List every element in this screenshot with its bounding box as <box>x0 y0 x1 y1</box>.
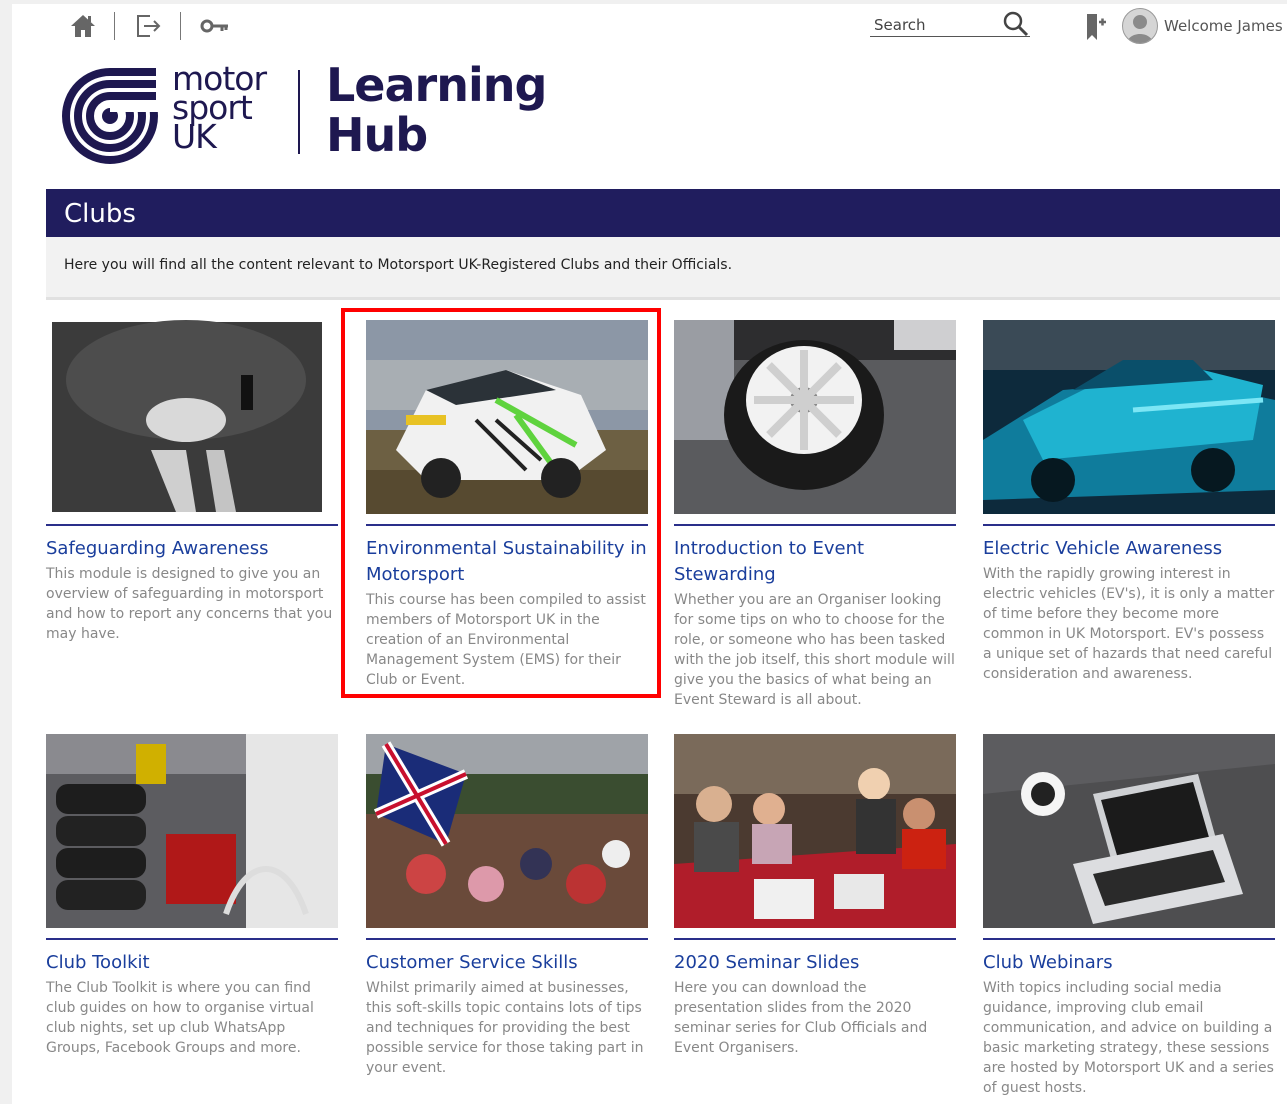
course-title[interactable]: Electric Vehicle Awareness <box>983 536 1275 562</box>
bookmark-add-icon[interactable] <box>1084 12 1108 42</box>
toolbar-divider <box>114 12 115 40</box>
course-description: With the rapidly growing interest in ele… <box>983 566 1275 682</box>
course-image <box>983 320 1275 514</box>
course-image <box>366 734 648 928</box>
card-divider <box>366 938 648 940</box>
course-card-club-webinars[interactable]: Club Webinars With topics including soci… <box>983 734 1275 1098</box>
course-title[interactable]: Club Toolkit <box>46 950 338 976</box>
course-image <box>366 320 648 514</box>
course-image <box>674 320 956 514</box>
logo-brand: motor sport UK <box>172 62 267 153</box>
section-description-box: Here you will find all the content relev… <box>46 237 1280 300</box>
course-card-customer-service[interactable]: Customer Service Skills Whilst primarily… <box>366 734 648 1078</box>
section-description: Here you will find all the content relev… <box>64 257 733 273</box>
course-title[interactable]: Introduction to Event Stewarding <box>674 536 956 588</box>
course-title[interactable]: Customer Service Skills <box>366 950 648 976</box>
avatar <box>1122 8 1158 44</box>
logout-icon[interactable] <box>134 12 164 40</box>
card-divider <box>674 938 956 940</box>
course-description: This module is designed to give you an o… <box>46 566 333 642</box>
section-header: Clubs <box>46 189 1280 237</box>
course-image <box>674 734 956 928</box>
top-toolbar: Search Welcome James <box>12 4 1287 48</box>
course-description: This course has been compiled to assist … <box>366 592 646 688</box>
welcome-text: Welcome James <box>1164 17 1283 35</box>
search-icon[interactable] <box>1002 10 1030 38</box>
course-title[interactable]: 2020 Seminar Slides <box>674 950 956 976</box>
card-divider <box>983 524 1275 526</box>
logo-product: Learning Hub <box>326 58 547 162</box>
page: Search Welcome James motor sport UK Lear… <box>12 4 1287 1104</box>
course-description: With topics including social media guida… <box>983 980 1274 1096</box>
home-icon[interactable] <box>68 12 98 40</box>
search-input[interactable]: Search <box>870 10 1030 37</box>
course-title[interactable]: Environmental Sustainability in Motorspo… <box>366 536 648 588</box>
course-card-club-toolkit[interactable]: Club Toolkit The Club Toolkit is where y… <box>46 734 338 1058</box>
course-title[interactable]: Club Webinars <box>983 950 1275 976</box>
card-divider <box>46 938 338 940</box>
logo-product-line: Hub <box>326 108 428 162</box>
toolbar-divider <box>180 12 181 40</box>
card-divider <box>983 938 1275 940</box>
course-image <box>46 320 338 514</box>
course-card-environmental[interactable]: Environmental Sustainability in Motorspo… <box>366 320 648 690</box>
site-logo[interactable]: motor sport UK Learning Hub <box>60 60 547 170</box>
motorsport-uk-swirl-icon <box>62 66 160 164</box>
course-card-seminar-slides[interactable]: 2020 Seminar Slides Here you can downloa… <box>674 734 956 1058</box>
course-image <box>983 734 1275 928</box>
logo-divider <box>298 70 300 154</box>
course-title[interactable]: Safeguarding Awareness <box>46 536 338 562</box>
course-card-electric-vehicle[interactable]: Electric Vehicle Awareness With the rapi… <box>983 320 1275 684</box>
course-card-stewarding[interactable]: Introduction to Event Stewarding Whether… <box>674 320 956 710</box>
course-image <box>46 734 338 928</box>
user-menu[interactable]: Welcome James <box>1122 8 1283 44</box>
key-icon[interactable] <box>200 12 230 40</box>
section-title: Clubs <box>64 199 136 229</box>
course-description: Here you can download the presentation s… <box>674 980 928 1056</box>
card-divider <box>366 524 648 526</box>
course-description: The Club Toolkit is where you can find c… <box>46 980 314 1056</box>
logo-product-line: Learning <box>326 58 547 112</box>
search-label: Search <box>874 16 926 34</box>
card-divider <box>674 524 956 526</box>
course-card-safeguarding[interactable]: Safeguarding Awareness This module is de… <box>46 320 338 644</box>
course-description: Whether you are an Organiser looking for… <box>674 592 955 708</box>
card-divider <box>46 524 338 526</box>
course-description: Whilst primarily aimed at businesses, th… <box>366 980 644 1076</box>
